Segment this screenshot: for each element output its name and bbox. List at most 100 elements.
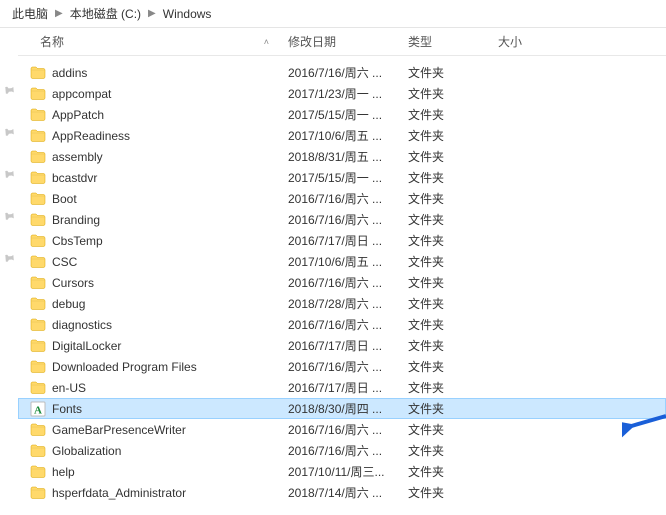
- table-row[interactable]: CbsTemp2016/7/17/周日 ...文件夹: [18, 230, 666, 251]
- column-size[interactable]: 大小: [488, 28, 568, 55]
- breadcrumb-segment[interactable]: Windows: [159, 7, 216, 21]
- file-type: 文件夹: [408, 295, 498, 312]
- folder-icon: [28, 296, 48, 312]
- table-row[interactable]: en-US2016/7/17/周日 ...文件夹: [18, 377, 666, 398]
- file-type: 文件夹: [408, 463, 498, 480]
- file-name: debug: [48, 297, 288, 311]
- breadcrumb-segment[interactable]: 本地磁盘 (C:): [66, 5, 145, 22]
- file-name: bcastdvr: [48, 171, 288, 185]
- table-row[interactable]: Branding2016/7/16/周六 ...文件夹: [18, 209, 666, 230]
- pin-icon: [0, 164, 18, 185]
- file-date: 2016/7/16/周六 ...: [288, 211, 408, 228]
- file-type: 文件夹: [408, 64, 498, 81]
- pin-icon: [0, 206, 18, 227]
- file-date: 2016/7/16/周六 ...: [288, 274, 408, 291]
- file-date: 2018/7/28/周六 ...: [288, 295, 408, 312]
- file-date: 2018/8/30/周四 ...: [288, 400, 408, 417]
- breadcrumb-segment[interactable]: 此电脑: [8, 5, 52, 22]
- file-name: Boot: [48, 192, 288, 206]
- folder-icon: [28, 170, 48, 186]
- file-date: 2017/10/11/周三...: [288, 463, 408, 480]
- file-date: 2016/7/17/周日 ...: [288, 232, 408, 249]
- file-date: 2018/7/14/周六 ...: [288, 484, 408, 501]
- file-date: 2018/8/31/周五 ...: [288, 148, 408, 165]
- column-type[interactable]: 类型: [398, 28, 488, 55]
- file-type: 文件夹: [408, 253, 498, 270]
- file-name: en-US: [48, 381, 288, 395]
- table-row[interactable]: Cursors2016/7/16/周六 ...文件夹: [18, 272, 666, 293]
- folder-icon: [28, 422, 48, 438]
- table-row[interactable]: diagnostics2016/7/16/周六 ...文件夹: [18, 314, 666, 335]
- file-date: 2016/7/16/周六 ...: [288, 316, 408, 333]
- folder-icon: [28, 254, 48, 270]
- file-name: AppPatch: [48, 108, 288, 122]
- file-name: CbsTemp: [48, 234, 288, 248]
- file-name: DigitalLocker: [48, 339, 288, 353]
- folder-icon: [28, 275, 48, 291]
- table-row[interactable]: addins2016/7/16/周六 ...文件夹: [18, 62, 666, 83]
- quick-access-gutter: [0, 28, 18, 515]
- table-row[interactable]: assembly2018/8/31/周五 ...文件夹: [18, 146, 666, 167]
- pin-icon: [0, 248, 18, 269]
- table-row[interactable]: Globalization2016/7/16/周六 ...文件夹: [18, 440, 666, 461]
- folder-icon: [28, 128, 48, 144]
- table-row[interactable]: CSC2017/10/6/周五 ...文件夹: [18, 251, 666, 272]
- table-row[interactable]: help2017/10/11/周三...文件夹: [18, 461, 666, 482]
- file-type: 文件夹: [408, 232, 498, 249]
- column-name-label: 名称: [40, 33, 64, 50]
- folder-icon: [28, 485, 48, 501]
- file-date: 2016/7/17/周日 ...: [288, 337, 408, 354]
- folder-icon: [28, 380, 48, 396]
- column-headers: 名称 ˄ 修改日期 类型 大小: [18, 28, 666, 56]
- table-row[interactable]: AFonts2018/8/30/周四 ...文件夹: [18, 398, 666, 419]
- file-date: 2016/7/16/周六 ...: [288, 442, 408, 459]
- chevron-right-icon: ▶: [52, 8, 66, 19]
- table-row[interactable]: GameBarPresenceWriter2016/7/16/周六 ...文件夹: [18, 419, 666, 440]
- breadcrumb[interactable]: 此电脑 ▶ 本地磁盘 (C:) ▶ Windows: [0, 0, 666, 28]
- file-name: diagnostics: [48, 318, 288, 332]
- table-row[interactable]: appcompat2017/1/23/周一 ...文件夹: [18, 83, 666, 104]
- file-name: GameBarPresenceWriter: [48, 423, 288, 437]
- file-date: 2016/7/17/周日 ...: [288, 379, 408, 396]
- file-name: Globalization: [48, 444, 288, 458]
- file-date: 2016/7/16/周六 ...: [288, 358, 408, 375]
- file-name: Fonts: [48, 402, 288, 416]
- file-type: 文件夹: [408, 421, 498, 438]
- file-type: 文件夹: [408, 190, 498, 207]
- table-row[interactable]: AppReadiness2017/10/6/周五 ...文件夹: [18, 125, 666, 146]
- file-name: Branding: [48, 213, 288, 227]
- chevron-right-icon: ▶: [145, 8, 159, 19]
- file-date: 2017/5/15/周一 ...: [288, 106, 408, 123]
- file-date: 2016/7/16/周六 ...: [288, 190, 408, 207]
- table-row[interactable]: hsperfdata_Administrator2018/7/14/周六 ...…: [18, 482, 666, 503]
- file-type: 文件夹: [408, 127, 498, 144]
- table-row[interactable]: Downloaded Program Files2016/7/16/周六 ...…: [18, 356, 666, 377]
- folder-icon: [28, 359, 48, 375]
- file-date: 2016/7/16/周六 ...: [288, 64, 408, 81]
- file-name: AppReadiness: [48, 129, 288, 143]
- file-type: 文件夹: [408, 358, 498, 375]
- table-row[interactable]: DigitalLocker2016/7/17/周日 ...文件夹: [18, 335, 666, 356]
- folder-icon: [28, 443, 48, 459]
- file-type: 文件夹: [408, 274, 498, 291]
- folder-icon: [28, 191, 48, 207]
- pin-icon: [0, 80, 18, 101]
- table-row[interactable]: Boot2016/7/16/周六 ...文件夹: [18, 188, 666, 209]
- file-name: help: [48, 465, 288, 479]
- table-row[interactable]: debug2018/7/28/周六 ...文件夹: [18, 293, 666, 314]
- column-date[interactable]: 修改日期: [278, 28, 398, 55]
- file-list: addins2016/7/16/周六 ...文件夹appcompat2017/1…: [18, 56, 666, 503]
- file-name: CSC: [48, 255, 288, 269]
- file-date: 2017/10/6/周五 ...: [288, 127, 408, 144]
- file-type: 文件夹: [408, 316, 498, 333]
- file-date: 2017/5/15/周一 ...: [288, 169, 408, 186]
- column-name[interactable]: 名称 ˄: [18, 28, 278, 55]
- table-row[interactable]: AppPatch2017/5/15/周一 ...文件夹: [18, 104, 666, 125]
- table-row[interactable]: bcastdvr2017/5/15/周一 ...文件夹: [18, 167, 666, 188]
- file-type: 文件夹: [408, 442, 498, 459]
- file-name: hsperfdata_Administrator: [48, 486, 288, 500]
- pin-icon: [0, 122, 18, 143]
- file-name: assembly: [48, 150, 288, 164]
- file-date: 2016/7/16/周六 ...: [288, 421, 408, 438]
- file-type: 文件夹: [408, 400, 498, 417]
